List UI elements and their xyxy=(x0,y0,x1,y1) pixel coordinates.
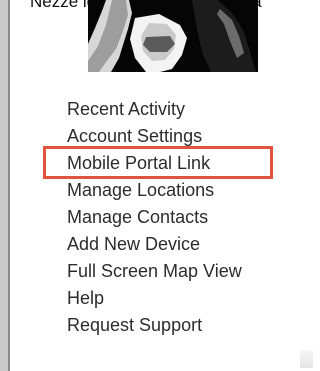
user-photo-icon xyxy=(88,0,258,72)
menu-item-add-new-device[interactable]: Add New Device xyxy=(67,231,242,258)
menu-item-manage-contacts[interactable]: Manage Contacts xyxy=(67,204,242,231)
left-rail xyxy=(0,0,8,371)
menu-item-full-screen-map-view[interactable]: Full Screen Map View xyxy=(67,258,242,285)
avatar xyxy=(88,0,258,72)
menu-item-recent-activity[interactable]: Recent Activity xyxy=(67,96,242,123)
menu-item-manage-locations[interactable]: Manage Locations xyxy=(67,177,242,204)
menu-item-help[interactable]: Help xyxy=(67,285,242,312)
sidebar-menu: Recent Activity Account Settings Mobile … xyxy=(67,96,242,339)
left-rail-line xyxy=(8,0,10,371)
menu-item-mobile-portal-link[interactable]: Mobile Portal Link xyxy=(67,150,242,177)
menu-item-account-settings[interactable]: Account Settings xyxy=(67,123,242,150)
menu-item-request-support[interactable]: Request Support xyxy=(67,312,242,339)
corner-mark xyxy=(300,350,313,368)
